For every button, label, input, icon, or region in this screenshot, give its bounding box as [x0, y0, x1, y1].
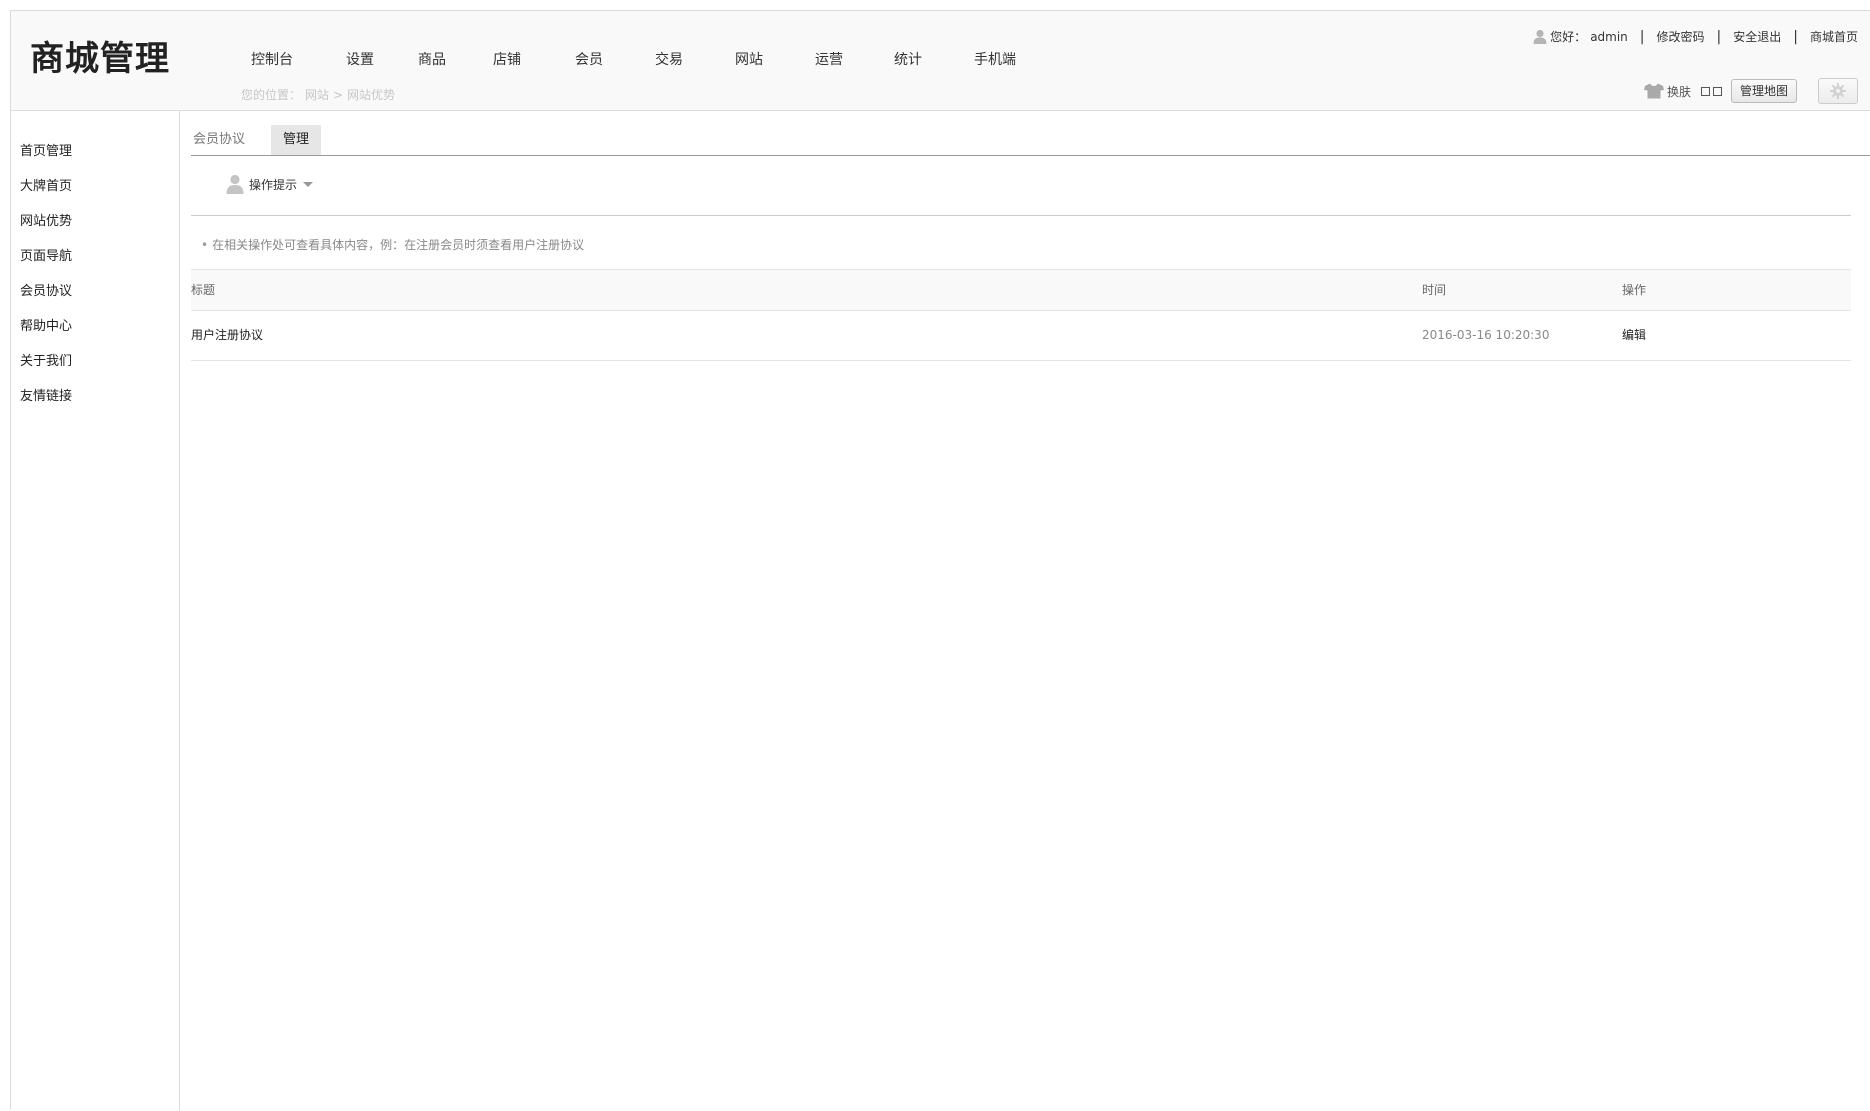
- tips-toggle[interactable]: 操作提示: [226, 174, 314, 194]
- nav-item-website[interactable]: 网站: [703, 49, 783, 69]
- table-header: 标题 时间 操作: [191, 269, 1851, 311]
- sidebar-item-friend-links[interactable]: 友情链接: [20, 385, 72, 404]
- person-icon: [226, 174, 244, 194]
- tip-item: • 在相关操作处可查看具体内容，例：在注册会员时须查看用户注册协议: [201, 236, 584, 253]
- square-icon[interactable]: [1700, 86, 1710, 96]
- data-table: 标题 时间 操作 用户注册协议 2016-03-16 10:20:30 编辑: [191, 269, 1851, 361]
- chevron-down-icon: [303, 181, 314, 187]
- user-bar: 您好： admin | 修改密码 | 安全退出 | 商城首页: [1533, 28, 1858, 45]
- breadcrumb: 您的位置： 网站 > 网站优势: [241, 86, 399, 103]
- app-logo[interactable]: 商城管理: [30, 31, 170, 80]
- square-icon[interactable]: [1712, 86, 1722, 96]
- column-header-title: 标题: [191, 283, 216, 297]
- nav-item-goods[interactable]: 商品: [393, 49, 459, 69]
- nav-item-store[interactable]: 店铺: [459, 49, 541, 69]
- gear-icon: [1830, 83, 1846, 99]
- nav-item-mobile[interactable]: 手机端: [941, 49, 1031, 69]
- username: admin: [1590, 29, 1628, 44]
- tips-header-label: 操作提示: [249, 177, 298, 192]
- column-header-time: 时间: [1422, 283, 1447, 297]
- nav-item-operation[interactable]: 运营: [783, 49, 863, 69]
- nav-item-trade[interactable]: 交易: [623, 49, 703, 69]
- header: 商城管理 控制台 设置 商品 店铺 会员 交易 网站 运营 统计 手机端 您的位…: [11, 11, 1870, 111]
- column-header-action: 操作: [1622, 283, 1647, 297]
- top-nav: 控制台 设置 商品 店铺 会员 交易 网站 运营 统计 手机端: [239, 47, 1031, 71]
- tip-text: 在相关操作处可查看具体内容，例：在注册会员时须查看用户注册协议: [212, 238, 585, 252]
- admin-map-button[interactable]: 管理地图: [1730, 79, 1797, 103]
- user-icon: [1533, 29, 1547, 44]
- nav-item-member[interactable]: 会员: [541, 49, 623, 69]
- logout-link[interactable]: 安全退出: [1733, 28, 1781, 45]
- edit-link[interactable]: 编辑: [1622, 311, 1646, 359]
- sidebar-item-member-agreement[interactable]: 会员协议: [20, 280, 72, 299]
- tab-bar: 会员协议 管理: [191, 125, 1870, 156]
- nav-item-dashboard[interactable]: 控制台: [239, 49, 305, 69]
- sidebar-item-help-center[interactable]: 帮助中心: [20, 315, 72, 334]
- table-row: 用户注册协议 2016-03-16 10:20:30 编辑: [191, 311, 1851, 361]
- breadcrumb-separator: >: [333, 88, 344, 102]
- sidebar-item-home-management[interactable]: 首页管理: [20, 140, 72, 159]
- change-password-link[interactable]: 修改密码: [1657, 28, 1705, 45]
- sidebar-item-about-us[interactable]: 关于我们: [20, 350, 72, 369]
- sidebar-item-brand-home[interactable]: 大牌首页: [20, 175, 72, 194]
- bullet-glyph: •: [201, 238, 209, 252]
- sidebar-item-page-navigation[interactable]: 页面导航: [20, 245, 72, 264]
- breadcrumb-level1[interactable]: 网站: [305, 88, 329, 102]
- sidebar-item-site-advantages[interactable]: 网站优势: [20, 210, 72, 229]
- settings-button[interactable]: [1818, 78, 1858, 104]
- mall-home-link[interactable]: 商城首页: [1810, 28, 1858, 45]
- app-frame: 商城管理 控制台 设置 商品 店铺 会员 交易 网站 运营 统计 手机端 您的位…: [10, 10, 1870, 1111]
- skin-label[interactable]: 换肤: [1667, 83, 1691, 100]
- separator: |: [1716, 28, 1722, 45]
- header-toolbar: 换肤 管理地图: [1643, 78, 1858, 104]
- tab-manage[interactable]: 管理: [271, 125, 322, 155]
- greeting-label: 您好：: [1550, 30, 1587, 44]
- divider: [191, 215, 1851, 216]
- row-time: 2016-03-16 10:20:30: [1422, 328, 1550, 342]
- tab-member-agreement[interactable]: 会员协议: [191, 125, 257, 155]
- breadcrumb-level2: 网站优势: [347, 88, 396, 102]
- nav-item-settings[interactable]: 设置: [305, 49, 393, 69]
- nav-item-stats[interactable]: 统计: [863, 49, 941, 69]
- separator: |: [1793, 28, 1798, 45]
- row-title: 用户注册协议: [191, 328, 264, 342]
- tshirt-icon[interactable]: [1643, 83, 1664, 99]
- sidebar: 首页管理 大牌首页 网站优势 页面导航 会员协议 帮助中心 关于我们 友情链接: [11, 111, 180, 1111]
- main-content: 会员协议 管理 操作提示 • 在相关操作处可查看具体内容，例：在注册会员时须查看用…: [181, 111, 1870, 1111]
- breadcrumb-prefix: 您的位置：: [241, 88, 302, 102]
- separator: |: [1639, 28, 1645, 45]
